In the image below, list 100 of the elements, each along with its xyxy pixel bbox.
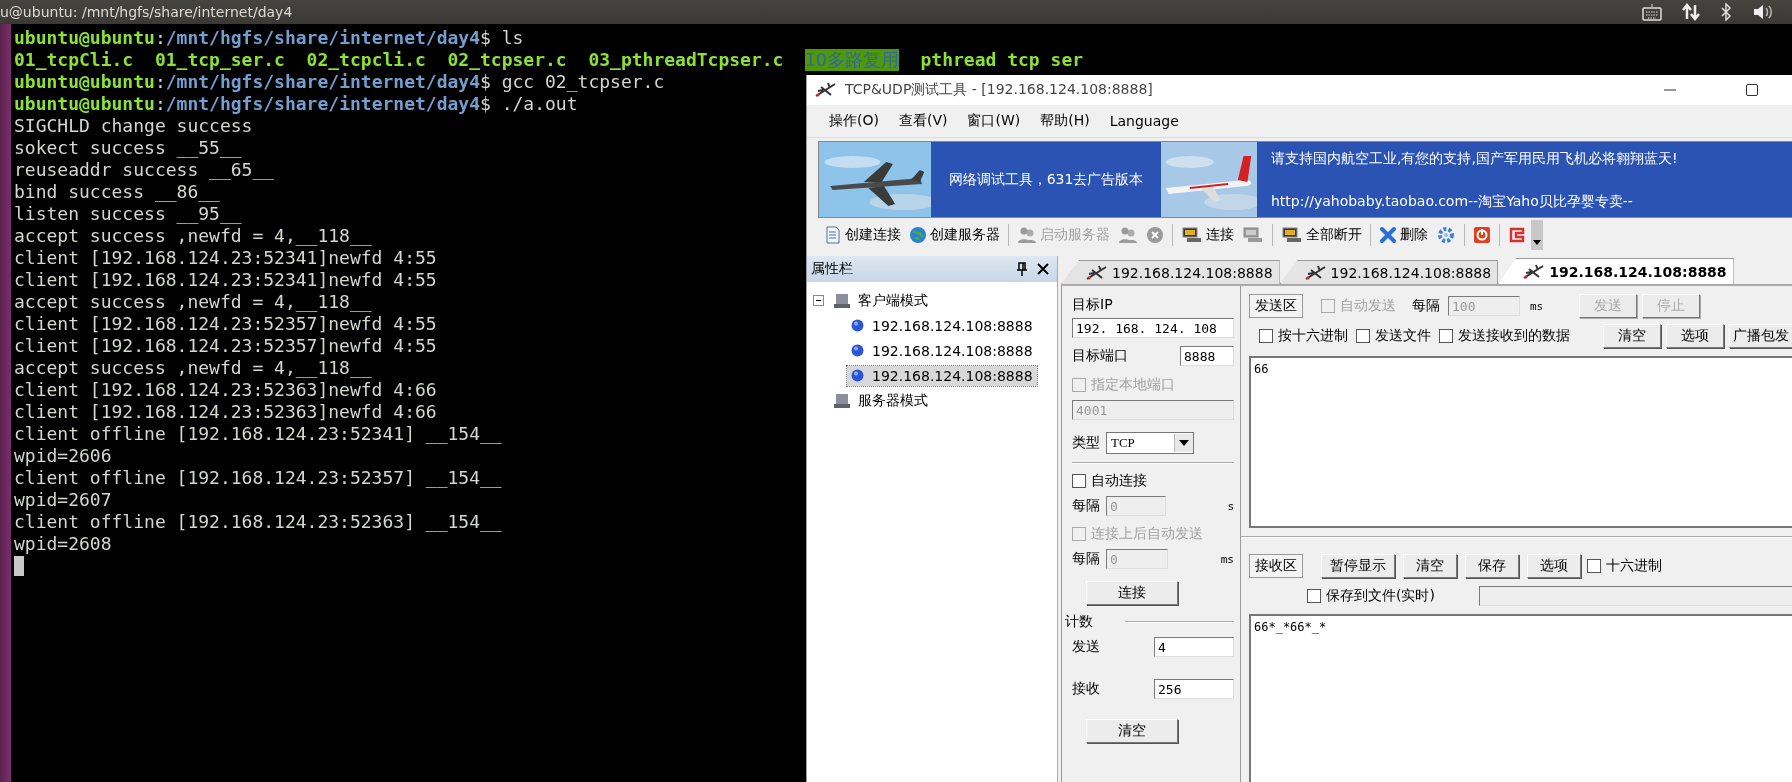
tab[interactable]: 192.168.124.108:8888 xyxy=(1061,260,1280,284)
checkbox[interactable]: 自动连接 xyxy=(1072,472,1234,490)
menu-item[interactable]: 查看(V) xyxy=(888,112,958,130)
tree-item[interactable]: 192.168.124.108:8888 xyxy=(847,315,1037,336)
port-field[interactable]: 8888 xyxy=(1180,346,1234,366)
plane-icon xyxy=(1304,264,1327,281)
computer-icon xyxy=(1281,226,1303,244)
button[interactable]: 选项 xyxy=(1527,554,1581,578)
terminal-line: client [192.168.124.23:52363]newfd 4:66 xyxy=(14,379,437,400)
send-text-area[interactable]: 66 xyxy=(1249,356,1792,528)
count-field[interactable]: 256 xyxy=(1154,679,1234,699)
menu-item[interactable]: Language xyxy=(1099,113,1189,129)
connect-button[interactable]: 连接 xyxy=(1086,581,1178,605)
cursor xyxy=(14,556,24,576)
toolbar-button[interactable]: 删除 xyxy=(1376,224,1431,246)
receive-text-area[interactable]: 66*_*66*_* xyxy=(1249,614,1792,782)
terminal-line: client [192.168.124.23:52341]newfd 4:55 xyxy=(14,269,437,290)
close-icon[interactable] xyxy=(1037,263,1049,275)
tab[interactable]: 192.168.124.108:8888 xyxy=(1279,260,1499,284)
checkbox[interactable]: 发送接收到的数据 xyxy=(1439,327,1570,345)
collapse-icon[interactable] xyxy=(813,295,824,306)
field-label: 目标IP xyxy=(1072,296,1114,314)
terminal-line: client [192.168.124.23:52341]newfd 4:55 xyxy=(14,247,437,268)
pin-icon[interactable] xyxy=(1017,262,1027,276)
maximize-icon[interactable] xyxy=(1746,84,1758,96)
count-field[interactable]: 4 xyxy=(1154,637,1234,657)
terminal-line: wpid=2608 xyxy=(14,533,112,554)
button[interactable]: 清空 xyxy=(1603,324,1661,348)
terminal-line: bind success __86__ xyxy=(14,181,220,202)
network-arrows-icon[interactable] xyxy=(1682,3,1700,21)
caret-icon xyxy=(1179,440,1189,446)
ip-field[interactable]: 192. 168. 124. 108 xyxy=(1072,318,1234,338)
window-title: u@ubuntu: /mnt/hgfs/share/internet/day4 xyxy=(0,4,293,20)
button[interactable]: 广播包发 xyxy=(1729,324,1792,348)
volume-icon[interactable] xyxy=(1752,3,1774,21)
menu-item[interactable]: 帮助(H) xyxy=(1030,112,1100,130)
people-icon xyxy=(1017,226,1037,244)
file-name: 01_tcp_ser.c xyxy=(154,49,285,71)
button[interactable]: 清空 xyxy=(1403,554,1457,578)
terminal-line: client offline [192.168.124.23:52357] __154__ xyxy=(14,467,502,488)
toolbar-button[interactable]: 创建服务器 xyxy=(906,224,1003,246)
close-circle-icon xyxy=(1146,226,1164,244)
tab[interactable]: 192.168.124.108:8888 xyxy=(1498,258,1734,284)
toolbar-button[interactable]: 全部断开 xyxy=(1278,224,1365,246)
menu-item[interactable]: 窗口(W) xyxy=(957,112,1031,130)
directory-name: IO多路复用 xyxy=(805,49,899,71)
toolbar-button[interactable]: 创建连接 xyxy=(821,224,904,246)
plane-icon xyxy=(1523,263,1546,280)
tree-item[interactable]: 客户端模式 xyxy=(830,289,932,312)
document-icon xyxy=(824,226,842,244)
dot-icon xyxy=(851,319,864,332)
banner-text: 请支持国内航空工业,有您的支持,国产军用民用飞机必将翱翔蓝天! xyxy=(1271,150,1678,168)
window-title: TCP&UDP测试工具 - [192.168.124.108:8888] xyxy=(845,81,1153,99)
file-name: 02_tcpcli.c xyxy=(306,49,426,71)
field-label: 类型 xyxy=(1072,434,1100,452)
banner-text: 网络调试工具，631去广告版本 xyxy=(947,169,1145,189)
field-label: 目标端口 xyxy=(1072,347,1128,365)
plane-icon xyxy=(815,82,837,98)
tree-item[interactable]: 192.168.124.108:8888 xyxy=(847,365,1037,386)
terminal-line: listen success __95__ xyxy=(14,203,242,224)
toolbar-button[interactable]: 连接 xyxy=(1178,224,1237,246)
terminal-line: accept success ,newfd = 4,__118__ xyxy=(14,225,372,246)
terminal-line: ubuntu@ubuntu:/mnt/hgfs/share/internet/day4$ ./a.out xyxy=(14,93,578,114)
keyboard-icon[interactable] xyxy=(1642,3,1662,21)
panel-title: 属性栏 xyxy=(811,260,853,278)
bluetooth-icon[interactable] xyxy=(1720,3,1732,21)
terminal-line: client [192.168.124.23:52357]newfd 4:55 xyxy=(14,313,437,334)
computer-icon xyxy=(834,292,850,309)
dot-icon xyxy=(851,344,864,357)
file-name: 01_tcpCli.c xyxy=(14,49,134,71)
computer-icon xyxy=(1242,226,1264,244)
button[interactable]: 保存 xyxy=(1465,554,1519,578)
file-name: 02_tcpser.c xyxy=(447,49,567,71)
field-label: 每隔 xyxy=(1072,497,1100,515)
clear-button[interactable]: 清空 xyxy=(1086,719,1178,743)
banner-link[interactable]: http://yahobaby.taobao.com--淘宝Yaho贝比孕婴专卖-- xyxy=(1271,193,1678,211)
field-label: 发送 xyxy=(1072,638,1100,656)
caret-icon xyxy=(1533,240,1541,246)
button[interactable]: 暂停显示 xyxy=(1321,554,1395,578)
terminal-line: wpid=2606 xyxy=(14,445,112,466)
tree-item[interactable]: 192.168.124.108:8888 xyxy=(847,340,1037,361)
type-dropdown[interactable]: TCP xyxy=(1106,432,1194,454)
terminal-line: wpid=2607 xyxy=(14,489,112,510)
terminal-line: client offline [192.168.124.23:52363] __154__ xyxy=(14,511,502,532)
checkbox[interactable]: 发送文件 xyxy=(1356,327,1431,345)
field-label: 每隔 xyxy=(1412,297,1440,315)
button[interactable]: 选项 xyxy=(1666,324,1724,348)
terminal-line: accept success ,newfd = 4,__118__ xyxy=(14,357,372,378)
menu-item[interactable]: 操作(O) xyxy=(819,112,889,130)
file-path-field[interactable] xyxy=(1478,586,1792,606)
unit-label: s xyxy=(1227,499,1234,513)
checkbox[interactable]: 按十六进制 xyxy=(1259,327,1348,345)
toolbar-overflow-button[interactable] xyxy=(1531,220,1543,250)
checkbox[interactable]: 十六进制 xyxy=(1587,557,1662,575)
computer-icon xyxy=(834,392,850,409)
tree-item[interactable]: 服务器模式 xyxy=(830,389,932,412)
field-label: 每隔 xyxy=(1072,550,1100,568)
checkbox[interactable]: 保存到文件(实时) xyxy=(1307,587,1435,605)
file-name: pthread tcp ser xyxy=(920,49,1084,71)
people-icon xyxy=(1118,226,1138,244)
